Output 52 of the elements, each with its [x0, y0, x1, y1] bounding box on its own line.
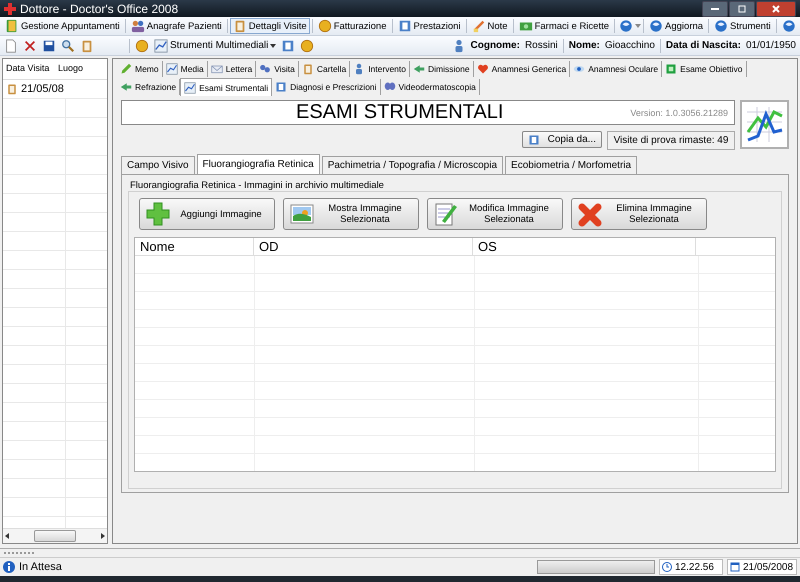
field-value: Gioacchino: [604, 40, 655, 51]
date-field: 21/05/2008: [727, 559, 797, 575]
tab[interactable]: Intervento: [350, 61, 410, 77]
column-header[interactable]: OD: [254, 238, 473, 255]
group-legend: Fluorangiografia Retinica - Immagini in archivio multimediale: [130, 180, 782, 191]
field-label: Nome:: [568, 40, 600, 51]
page-title: ESAMI STRUMENTALI: [296, 101, 504, 124]
tab[interactable]: Campo Visivo: [121, 156, 195, 174]
tab[interactable]: Memo: [117, 61, 163, 77]
menu-item[interactable]: Note: [468, 18, 511, 34]
menu-item[interactable]: Prestazioni: [394, 18, 464, 34]
copy-button[interactable]: Copia da...: [522, 131, 602, 148]
tab[interactable]: Ecobiometria / Morfometria: [505, 156, 638, 174]
menu-item[interactable]: Strumenti: [711, 18, 774, 34]
field-label: Cognome:: [470, 40, 520, 51]
visit-date: 21/05/08: [21, 83, 64, 95]
column-header[interactable]: Luogo: [55, 59, 107, 79]
tab[interactable]: Dimissione: [410, 61, 474, 77]
time-field: 12.22.56: [659, 559, 723, 575]
version-label: Version: 1.0.3056.21289: [630, 108, 728, 118]
tab[interactable]: Anamnesi Generica: [474, 61, 570, 77]
tab[interactable]: Visita: [256, 61, 299, 77]
column-header[interactable]: Data Visita: [3, 59, 55, 79]
field-value: Rossini: [524, 40, 558, 51]
menu-item[interactable]: Anagrafe Pazienti: [128, 18, 225, 34]
trial-label: Visite di prova rimaste: 49: [607, 131, 735, 150]
tab[interactable]: Cartella: [298, 61, 350, 77]
tab[interactable]: Pachimetria / Topografia / Microscopia: [322, 156, 504, 174]
field-label: Data di Nascita:: [666, 40, 741, 51]
status-text: In Attesa: [19, 561, 62, 573]
menu-item[interactable]: Aggiorna: [646, 18, 706, 34]
column-header[interactable]: OS: [473, 238, 696, 255]
menu-item[interactable]: Dettagli Visite: [230, 18, 310, 34]
tab[interactable]: Lettera: [208, 61, 256, 77]
tab[interactable]: Fluorangiografia Retinica: [196, 154, 320, 174]
media-dropdown[interactable]: Strumenti Multimediali: [154, 38, 276, 52]
window-title: Dottore - Doctor's Office 2008: [20, 2, 178, 16]
action-button[interactable]: Modifica Immagine Selezionata: [427, 198, 563, 230]
field-value: 01/01/1950: [746, 40, 796, 51]
action-button[interactable]: Mostra Immagine Selezionata: [283, 198, 419, 230]
menu-item[interactable]: Gestione Appuntamenti: [2, 18, 123, 34]
action-button[interactable]: Aggiungi Immagine: [139, 198, 275, 230]
menu-item[interactable]: Fatturazione: [314, 18, 390, 34]
tab[interactable]: Media: [162, 61, 208, 77]
tab[interactable]: Esame Obiettivo: [662, 61, 747, 77]
menu-item[interactable]: Farmaci e Ricette: [516, 18, 612, 34]
action-button[interactable]: Elimina Immagine Selezionata: [571, 198, 707, 230]
column-header[interactable]: Nome: [135, 238, 254, 255]
tab[interactable]: Videodermatoscopia: [380, 79, 480, 95]
tab[interactable]: Anamnesi Oculare: [570, 61, 662, 77]
tab[interactable]: Diagnosi e Prescrizioni: [272, 79, 381, 95]
tab[interactable]: Esami Strumentali: [180, 78, 272, 96]
